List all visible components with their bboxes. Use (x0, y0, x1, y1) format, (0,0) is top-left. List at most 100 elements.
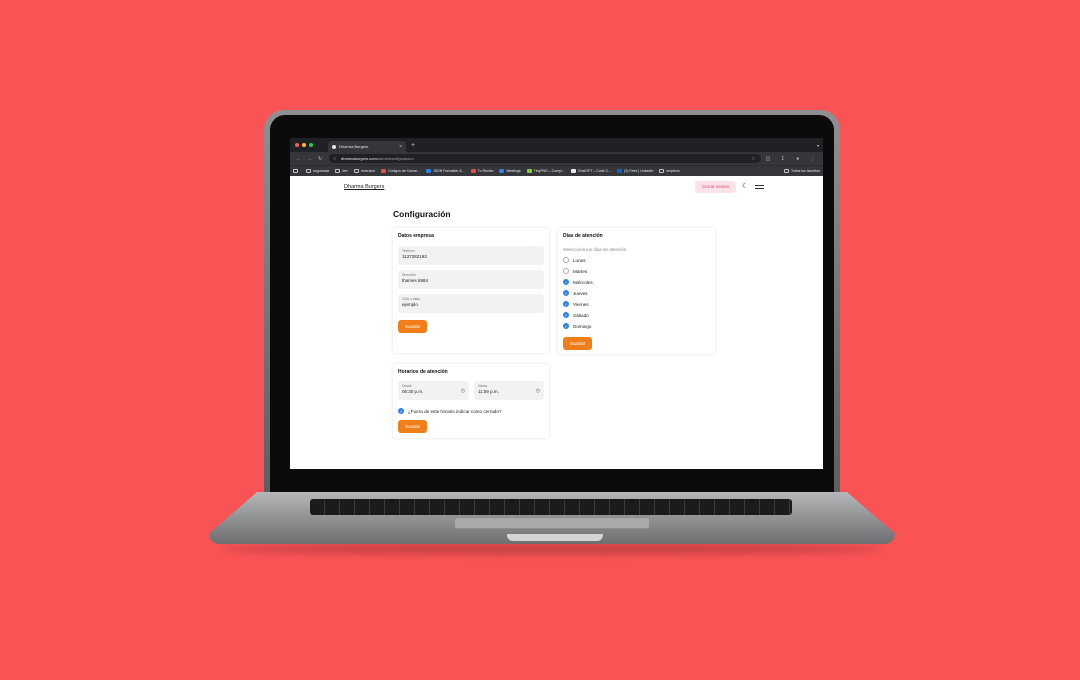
address-field[interactable]: Dirección thames 6884 (398, 270, 544, 289)
site-info-icon[interactable]: ≡ (334, 156, 336, 161)
bookmark-item[interactable]: Tu Recibo (470, 169, 493, 173)
bookmark-label: ChatGPT – Code C... (577, 169, 612, 173)
hamburger-menu-icon[interactable] (755, 185, 764, 191)
day-option[interactable]: Martes (563, 268, 587, 274)
download-icon[interactable]: ↧ (775, 156, 790, 162)
reload-icon[interactable]: ↻ (315, 156, 326, 162)
brand-link[interactable]: Dharma Burgers (344, 184, 384, 190)
new-tab-icon[interactable]: + (411, 142, 415, 149)
logout-button[interactable]: Cerrar sesion (695, 181, 736, 193)
save-horarios-button[interactable]: Guardar (398, 420, 427, 433)
bookmark-favicon-icon (570, 169, 576, 173)
page-title: Configuración (393, 209, 451, 219)
hasta-time-input[interactable]: Hasta 11:59 p.m. ◷ (474, 381, 544, 400)
address-label: Dirección (402, 272, 417, 277)
bookmark-item[interactable]: ChatGPT – Code C... (570, 169, 612, 173)
day-checkbox[interactable]: ✓ (563, 323, 569, 329)
browser-tab[interactable]: Dharma Burgers × (328, 141, 406, 152)
tab-title: Dharma Burgers (339, 144, 369, 149)
address-bar[interactable]: ≡ dharmaburgers.com/admin/configuracion … (328, 154, 761, 163)
maximize-window-icon[interactable] (309, 143, 313, 147)
day-option[interactable]: ✓ Jueves (563, 290, 588, 296)
bookmark-favicon-icon (617, 169, 623, 173)
url-domain: dharmaburgers.com (341, 156, 377, 161)
laptop-keyboard (310, 499, 792, 515)
folder-icon (784, 169, 789, 173)
bookmark-favicon-icon (381, 169, 387, 173)
bookmark-item[interactable]: (2) Feed | LinkedIn (617, 169, 653, 173)
bookmark-star-icon[interactable]: ☆ (751, 156, 755, 162)
day-checkbox[interactable]: ✓ (563, 279, 569, 285)
day-option[interactable]: Lunes (563, 257, 586, 263)
day-checkbox[interactable]: ✓ (563, 312, 569, 318)
day-checkbox[interactable] (563, 257, 569, 263)
bookmark-favicon-icon (499, 169, 505, 173)
dark-mode-moon-icon[interactable]: ☾ (742, 182, 748, 190)
bookmark-item[interactable]: Códigos de Colore... (381, 169, 420, 173)
day-option[interactable]: ✓ Viernes (563, 301, 589, 307)
minimize-window-icon[interactable] (302, 143, 306, 147)
browser-menu-icon[interactable]: ⋮ (805, 156, 820, 162)
hasta-label: Hasta (478, 383, 487, 388)
closed-outside-hours-option[interactable]: ✓ ¿Fuera de este horario indicar como ce… (398, 408, 501, 414)
laptop-front-notch (507, 534, 603, 541)
apps-icon[interactable] (293, 169, 300, 173)
day-option[interactable]: ✓ Sábado (563, 312, 589, 318)
day-label: Miércoles (573, 279, 593, 285)
bookmark-item[interactable]: inversion (354, 169, 375, 173)
closed-label: ¿Fuera de este horario indicar como cerr… (408, 408, 502, 414)
extensions-icon[interactable]: ◫ (761, 156, 776, 162)
profile-icon[interactable]: ● (790, 156, 805, 162)
bookmark-label: inversion (361, 169, 376, 173)
closed-checkbox[interactable]: ✓ (398, 408, 404, 414)
desde-time-input[interactable]: Desde 06:30 p.m. ◷ (398, 381, 469, 400)
laptop-trackpad (454, 517, 650, 529)
day-checkbox[interactable]: ✓ (563, 301, 569, 307)
laptop-screen: Dharma Burgers × + ▾ ← → ↻ ≡ dharmaburge… (290, 138, 823, 469)
bookmark-label: dev (342, 169, 349, 173)
day-label: Lunes (573, 257, 586, 263)
cbu-field[interactable]: CBU o alias ejemplo (398, 294, 544, 313)
day-option[interactable]: ✓ Miércoles (563, 279, 593, 285)
bookmark-item[interactable]: empleos (659, 169, 680, 173)
phone-value: 1137282193 (402, 254, 427, 259)
tab-search-chevron-icon[interactable]: ▾ (817, 143, 819, 148)
day-checkbox[interactable]: ✓ (563, 290, 569, 296)
clock-icon[interactable]: ◷ (461, 388, 465, 394)
bookmark-label: empleos (666, 169, 680, 173)
bookmark-label: Meetings (506, 169, 521, 173)
laptop-bezel: Dharma Burgers × + ▾ ← → ↻ ≡ dharmaburge… (270, 115, 834, 494)
day-option[interactable]: ✓ Domingo (563, 323, 591, 329)
bookmark-item[interactable]: seguranse (306, 169, 329, 173)
back-icon[interactable]: ← (293, 156, 304, 162)
folder-icon (354, 169, 360, 173)
day-checkbox[interactable] (563, 268, 569, 274)
day-label: Domingo (573, 323, 592, 329)
bookmark-label: TinyPNG – Compr... (533, 169, 565, 173)
phone-field[interactable]: Telefono 1137282193 (398, 246, 544, 265)
close-window-icon[interactable] (295, 143, 299, 147)
phone-label: Telefono (402, 248, 415, 253)
browser-toolbar: ← → ↻ ≡ dharmaburgers.com/admin/configur… (290, 152, 823, 165)
save-dias-button[interactable]: Guardar (563, 337, 592, 350)
bookmark-item[interactable]: Meetings (499, 169, 521, 173)
browser-tabbar: Dharma Burgers × + ▾ (290, 138, 823, 152)
all-bookmarks[interactable]: Todos los favoritos (784, 169, 820, 173)
bookmark-item[interactable]: JSON Formatter &... (425, 169, 465, 173)
desde-value: 06:30 p.m. (402, 389, 424, 394)
forward-icon[interactable]: → (304, 156, 315, 162)
bookmark-label: JSON Formatter &... (432, 169, 465, 173)
clock-icon[interactable]: ◷ (536, 388, 540, 394)
hasta-value: 11:59 p.m. (478, 389, 499, 394)
folder-icon (306, 169, 311, 173)
bookmark-item[interactable]: TinyPNG – Compr... (526, 169, 565, 173)
close-tab-icon[interactable]: × (399, 144, 402, 150)
day-label: Viernes (573, 301, 589, 307)
bookmark-item[interactable]: dev (335, 169, 348, 173)
bookmark-favicon-icon (526, 169, 532, 173)
dias-card-title: Dias de atención (563, 233, 603, 239)
all-bookmarks-label: Todos los favoritos (791, 169, 820, 173)
day-label: Martes (573, 268, 588, 274)
day-label: Jueves (573, 290, 588, 296)
save-empresa-button[interactable]: Guardar (398, 320, 427, 333)
